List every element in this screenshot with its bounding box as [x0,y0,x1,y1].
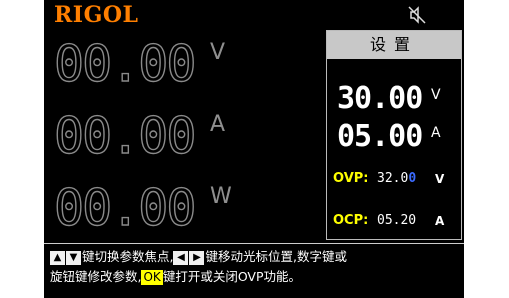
right-key-icon: ▶ [189,250,205,265]
current-reading: 00.00 A [50,104,368,164]
current-value: 00.00 [53,107,197,165]
ocp-unit: A [435,214,445,228]
sound-off-icon [408,6,426,24]
settings-panel: 设置 30.00 V 05.00 A OVP: 32.00 V OCP: 05.… [326,30,462,240]
ovp-cursor-digit: 0 [408,171,417,186]
ok-key-icon: OK [141,270,163,285]
help-text-1: 键切换参数焦点, [82,249,174,264]
ovp-label: OVP: [333,171,369,186]
ocp-label: OCP: [333,213,369,228]
help-line-2: 旋钮键修改参数, OK 键打开或关闭OVP功能。 [50,267,458,287]
brand-logo: RIGOL [54,2,139,28]
help-text: ▲ ▼ 键切换参数焦点, ◀ ▶ 键移动光标位置,数字键或 旋钮键修改参数, OK 键打开或关… [44,243,464,298]
voltage-setpoint-unit: V [431,87,441,103]
power-value: 00.00 [53,179,197,237]
help-text-2: 键移动光标位置,数字键或 [205,249,347,264]
voltage-unit: V [210,40,226,65]
measurement-readings: 00.00 V 00.00 A 00.00 W [50,32,368,238]
voltage-reading: 00.00 V [50,32,368,92]
up-key-icon: ▲ [50,250,65,265]
voltage-setpoint[interactable]: 30.00 [337,83,423,115]
current-unit: A [210,112,226,137]
help-line-1: ▲ ▼ 键切换参数焦点, ◀ ▶ 键移动光标位置,数字键或 [50,247,458,267]
ovp-unit: V [435,172,445,186]
down-key-icon: ▼ [66,250,81,265]
settings-title: 设置 [327,31,461,59]
power-reading: 00.00 W [50,176,368,236]
power-unit: W [210,184,232,209]
ovp-value[interactable]: 32.00 [377,171,416,186]
voltage-value: 00.00 [53,35,197,93]
instrument-screen: RIGOL 00.00 V 00.00 A 00.00 W 设置 30.00 V… [44,0,464,298]
current-setpoint-unit: A [431,125,441,141]
help-text-4: 键打开或关闭OVP功能。 [162,269,302,284]
current-setpoint[interactable]: 05.00 [337,121,423,153]
help-text-3: 旋钮键修改参数, [50,269,142,284]
ovp-value-digits: 32.0 [377,171,409,186]
ocp-value[interactable]: 05.20 [377,213,416,228]
left-key-icon: ◀ [173,250,189,265]
